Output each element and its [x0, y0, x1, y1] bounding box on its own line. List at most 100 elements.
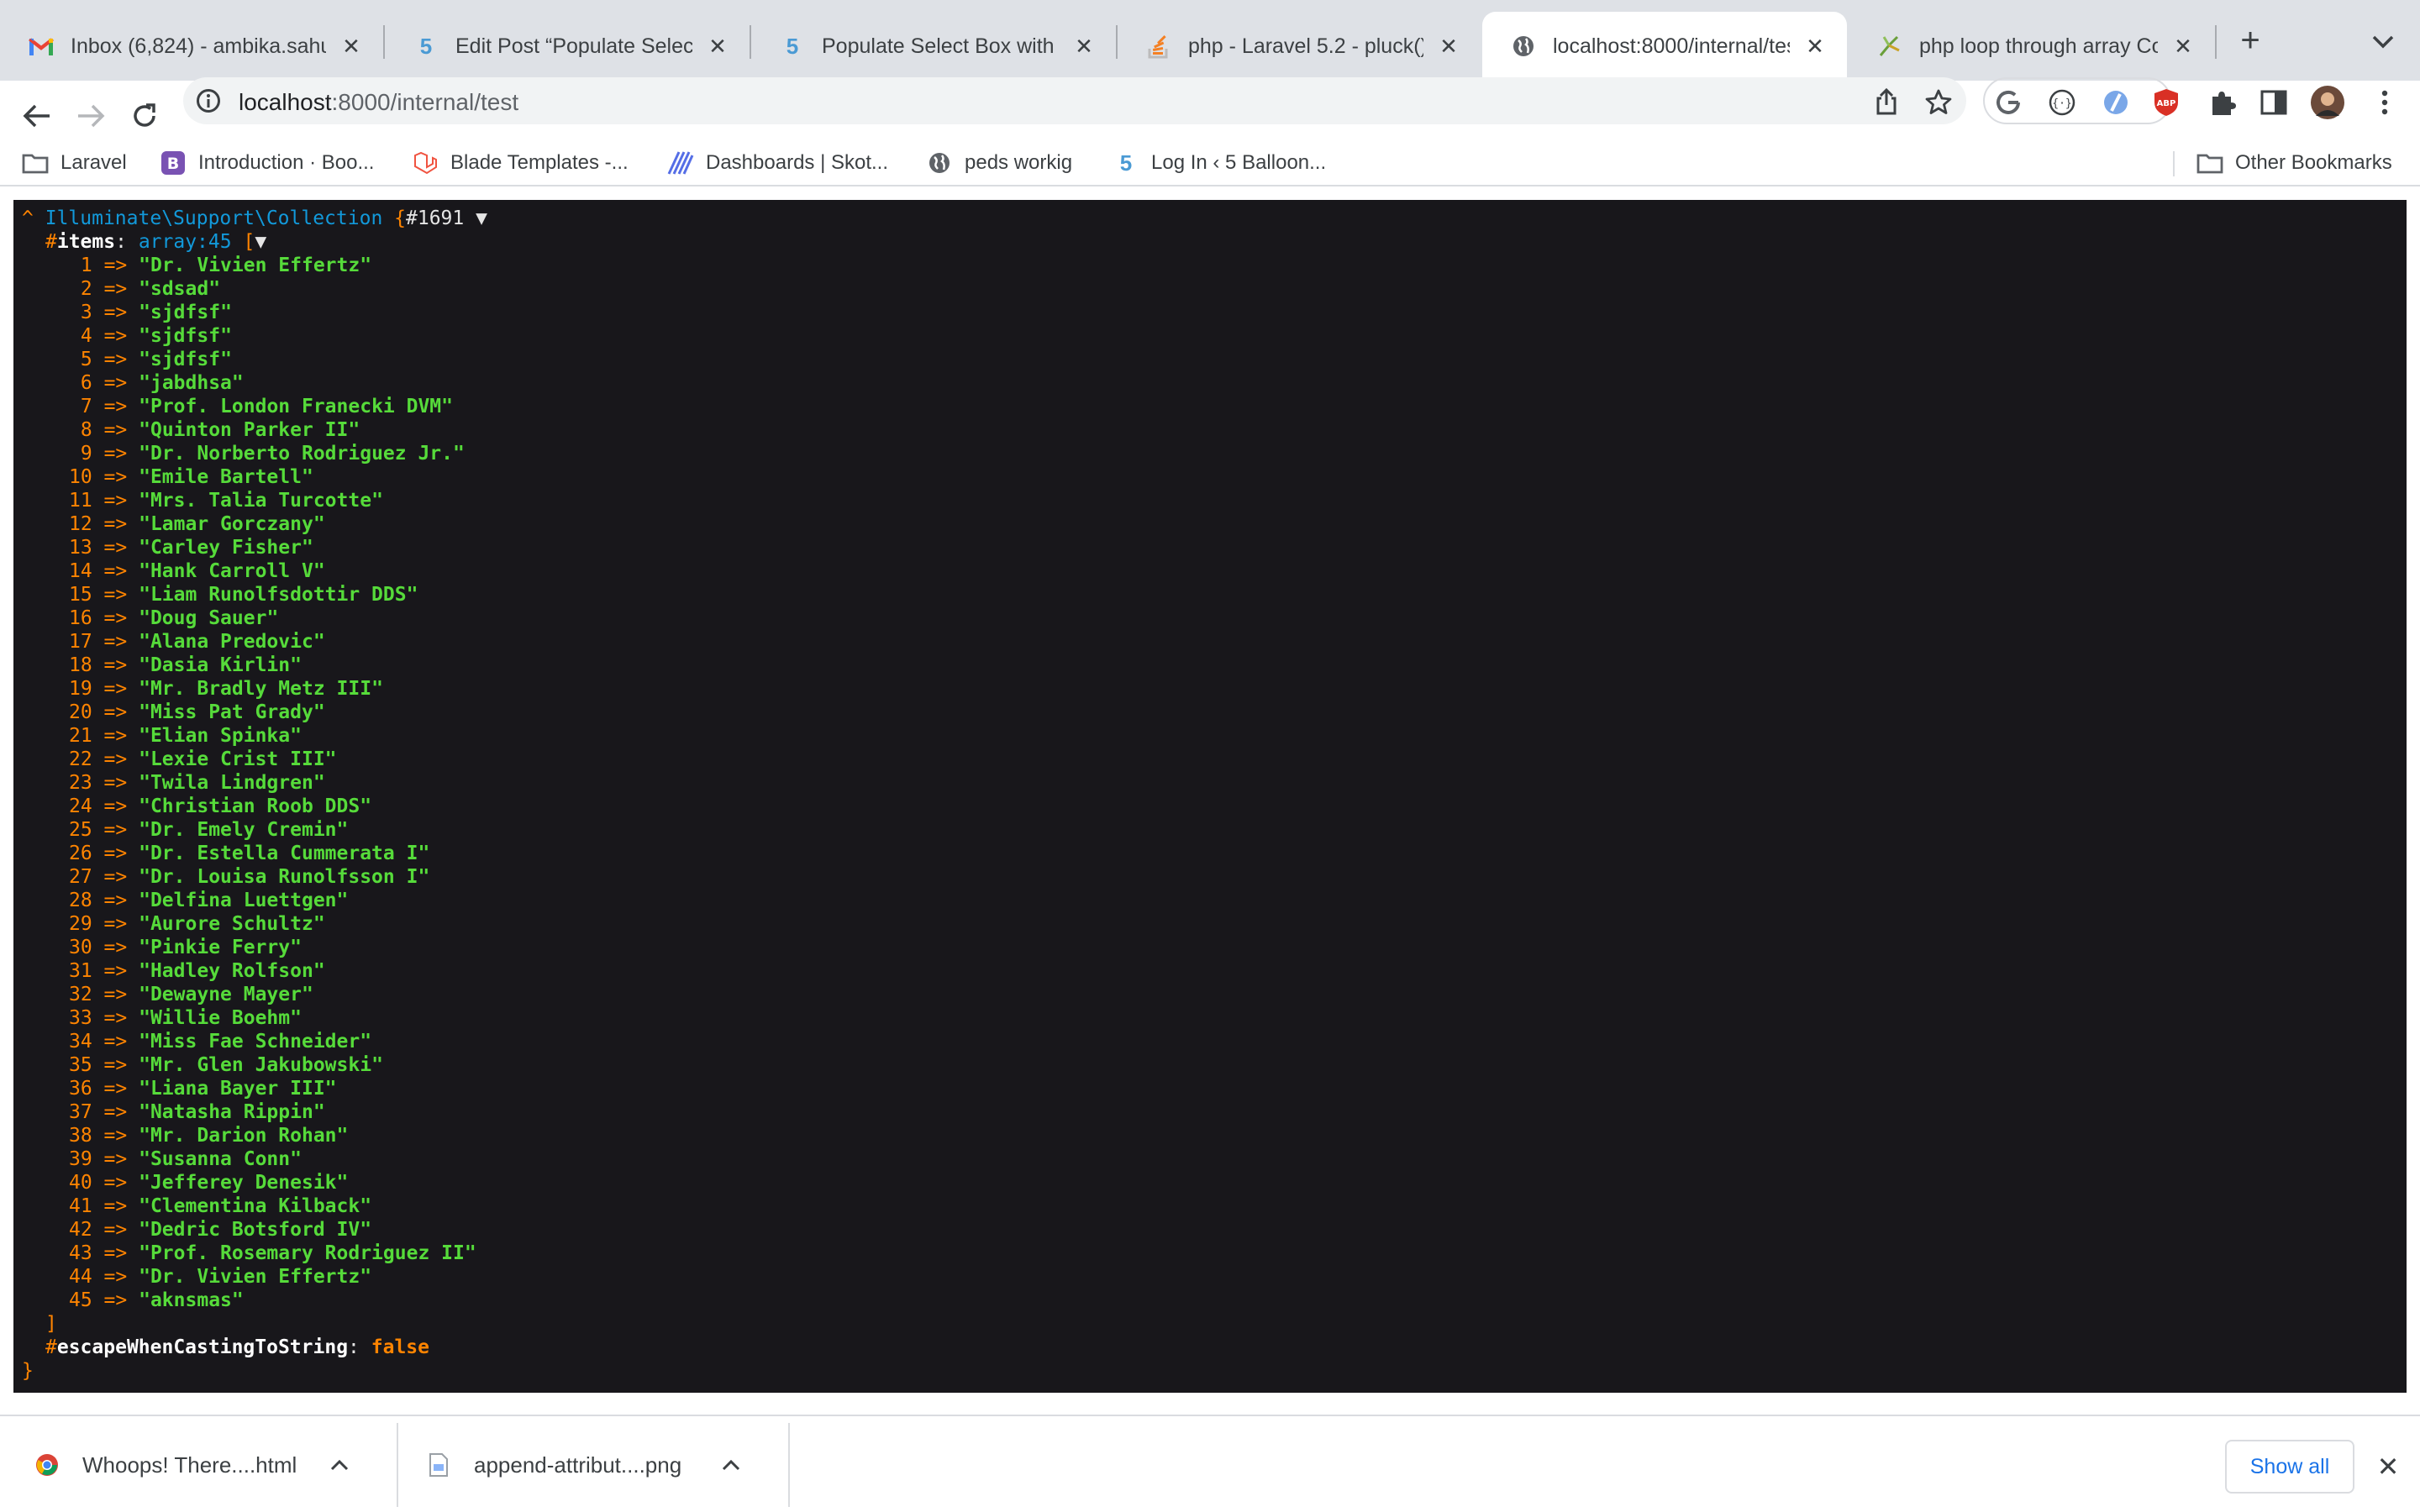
show-all-button[interactable]: Show all — [2225, 1440, 2354, 1494]
item-value: Liana Bayer III — [150, 1078, 325, 1100]
side-panel-icon[interactable] — [2257, 86, 2291, 119]
star-icon[interactable] — [1924, 87, 1953, 116]
item-value: Dr. Estella Cummerata I — [150, 843, 418, 864]
item-value: Miss Pat Grady — [150, 701, 313, 723]
tab-stackoverflow[interactable]: php - Laravel 5.2 - pluck() method ✕ — [1118, 12, 1481, 81]
toggle-icon[interactable]: ▼ — [476, 207, 487, 229]
item-index: 13 — [69, 537, 92, 559]
dump-item-row: 8 => "Quinton Parker II" — [80, 419, 360, 441]
tab-grepper[interactable]: php loop through array Code ✕ — [1849, 12, 2215, 81]
other-bookmarks[interactable]: Other Bookmarks — [2196, 141, 2392, 185]
dump-item-row: 16 => "Doug Sauer" — [69, 607, 279, 629]
arrow-left-icon — [23, 104, 50, 128]
item-index: 7 — [80, 396, 92, 417]
puzzle-icon[interactable] — [2205, 86, 2238, 119]
adblock-extension-icon[interactable]: ABP — [2149, 86, 2183, 119]
tab-search-button[interactable] — [2366, 25, 2400, 59]
bookmark-folder-laravel[interactable]: Laravel — [22, 141, 127, 185]
grammar-extension-icon[interactable] — [1993, 87, 2023, 118]
share-icon[interactable] — [1872, 87, 1901, 116]
bookmark-label: Log In ‹ 5 Balloon... — [1151, 151, 1327, 174]
escape-key: escapeWhenCastingToString — [56, 1336, 349, 1358]
close-icon[interactable]: ✕ — [338, 33, 365, 60]
site-icon: 5 — [419, 33, 433, 59]
dump-item-row: 35 => "Mr. Glen Jakubowski" — [69, 1054, 383, 1076]
item-index: 31 — [69, 960, 92, 982]
dump-item-row: 3 => "sjdfsf" — [80, 302, 232, 323]
item-arrow: => — [92, 443, 139, 465]
dump-item-row: 32 => "Dewayne Mayer" — [69, 984, 313, 1005]
item-value: Christian Roob DDS — [150, 795, 360, 817]
reload-button[interactable] — [124, 96, 165, 136]
close-icon[interactable]: ✕ — [1071, 33, 1097, 60]
item-arrow: => — [92, 1242, 139, 1264]
download-name: append-attribut....png — [474, 1452, 682, 1478]
address-bar[interactable]: localhost:8000/internal/test — [183, 77, 1966, 124]
download-item[interactable]: Whoops! There....html — [34, 1431, 353, 1499]
download-item[interactable]: append-attribut....png — [425, 1431, 744, 1499]
item-index: 26 — [69, 843, 92, 864]
url-text[interactable]: localhost:8000/internal/test — [239, 89, 518, 116]
item-value: Dr. Vivien Effertz — [150, 255, 360, 276]
item-index: 33 — [69, 1007, 92, 1029]
item-index: 14 — [69, 560, 92, 582]
item-arrow: => — [92, 701, 139, 723]
item-index: 8 — [80, 419, 92, 441]
new-tab-button[interactable]: + — [2233, 22, 2267, 59]
bookmark-bootstrap[interactable]: B Introduction · Boo... — [160, 141, 374, 185]
close-icon[interactable]: ✕ — [1802, 33, 1828, 60]
class-name[interactable]: Illuminate\Support\Collection — [45, 207, 383, 229]
item-index: 35 — [69, 1054, 92, 1076]
item-arrow: => — [92, 255, 139, 276]
grepper-icon — [1877, 34, 1902, 59]
tab-localhost-active[interactable]: localhost:8000/internal/test ✕ — [1482, 12, 1847, 81]
close-icon[interactable]: ✕ — [2170, 33, 2196, 60]
items-note[interactable]: array:45 — [139, 231, 232, 253]
dump-item-row: 4 => "sjdfsf" — [80, 325, 232, 347]
item-arrow: => — [92, 772, 139, 794]
close-icon[interactable]: ✕ — [704, 33, 731, 60]
item-index: 28 — [69, 890, 92, 911]
item-index: 41 — [69, 1195, 92, 1217]
tab-gmail[interactable]: Inbox (6,824) - ambika.sahu ✕ — [0, 12, 383, 81]
dump-item-row: 30 => "Pinkie Ferry" — [69, 937, 302, 958]
dump-item-row: 41 => "Clementina Kilback" — [69, 1195, 372, 1217]
chevron-up-icon[interactable] — [326, 1452, 353, 1478]
item-index: 11 — [69, 490, 92, 512]
forward-button[interactable] — [71, 96, 111, 136]
collapse-caret[interactable]: ^ — [22, 207, 34, 229]
tab-edit-post[interactable]: 5 Edit Post “Populate Select Box ✕ — [385, 12, 750, 81]
avatar[interactable] — [2311, 86, 2344, 119]
chevron-up-icon[interactable] — [718, 1452, 744, 1478]
item-arrow: => — [92, 631, 139, 653]
arrow-right-icon — [78, 104, 105, 128]
escape-value: false — [371, 1336, 429, 1358]
item-arrow: => — [92, 1101, 139, 1123]
item-index: 20 — [69, 701, 92, 723]
code-extension-icon[interactable]: {·} — [2047, 87, 2077, 118]
image-file-icon — [425, 1452, 452, 1478]
bookmark-5balloons[interactable]: 5 Log In ‹ 5 Balloon... — [1113, 141, 1326, 185]
dump-item-row: 7 => "Prof. London Franecki DVM" — [80, 396, 454, 417]
close-icon[interactable]: ✕ — [1435, 33, 1462, 60]
item-value: Emile Bartell — [150, 466, 302, 488]
tab-separator — [2215, 25, 2217, 59]
item-value: Natasha Rippin — [150, 1101, 313, 1123]
back-button[interactable] — [17, 96, 57, 136]
tab-populate-select[interactable]: 5 Populate Select Box with Multiple ✕ — [751, 12, 1116, 81]
menu-icon[interactable] — [2368, 86, 2402, 119]
item-value: Jefferey Denesik — [150, 1172, 337, 1194]
compass-extension-icon[interactable] — [2101, 87, 2131, 118]
close-icon[interactable]: ✕ — [2373, 1452, 2403, 1482]
info-icon[interactable] — [195, 87, 222, 114]
bookmark-skote[interactable]: Dashboards | Skot... — [667, 141, 888, 185]
item-arrow: => — [92, 984, 139, 1005]
bookmarks-bar: Laravel B Introduction · Boo... Blade Te… — [0, 141, 2420, 186]
dump-item-row: 34 => "Miss Fae Schneider" — [69, 1031, 372, 1053]
reload-icon — [134, 103, 155, 127]
item-index: 17 — [69, 631, 92, 653]
bookmark-blade[interactable]: Blade Templates -... — [412, 141, 629, 185]
toggle-icon[interactable]: ▼ — [255, 231, 266, 253]
bookmark-peds[interactable]: peds workig — [926, 141, 1072, 185]
dump-item-row: 13 => "Carley Fisher" — [69, 537, 313, 559]
